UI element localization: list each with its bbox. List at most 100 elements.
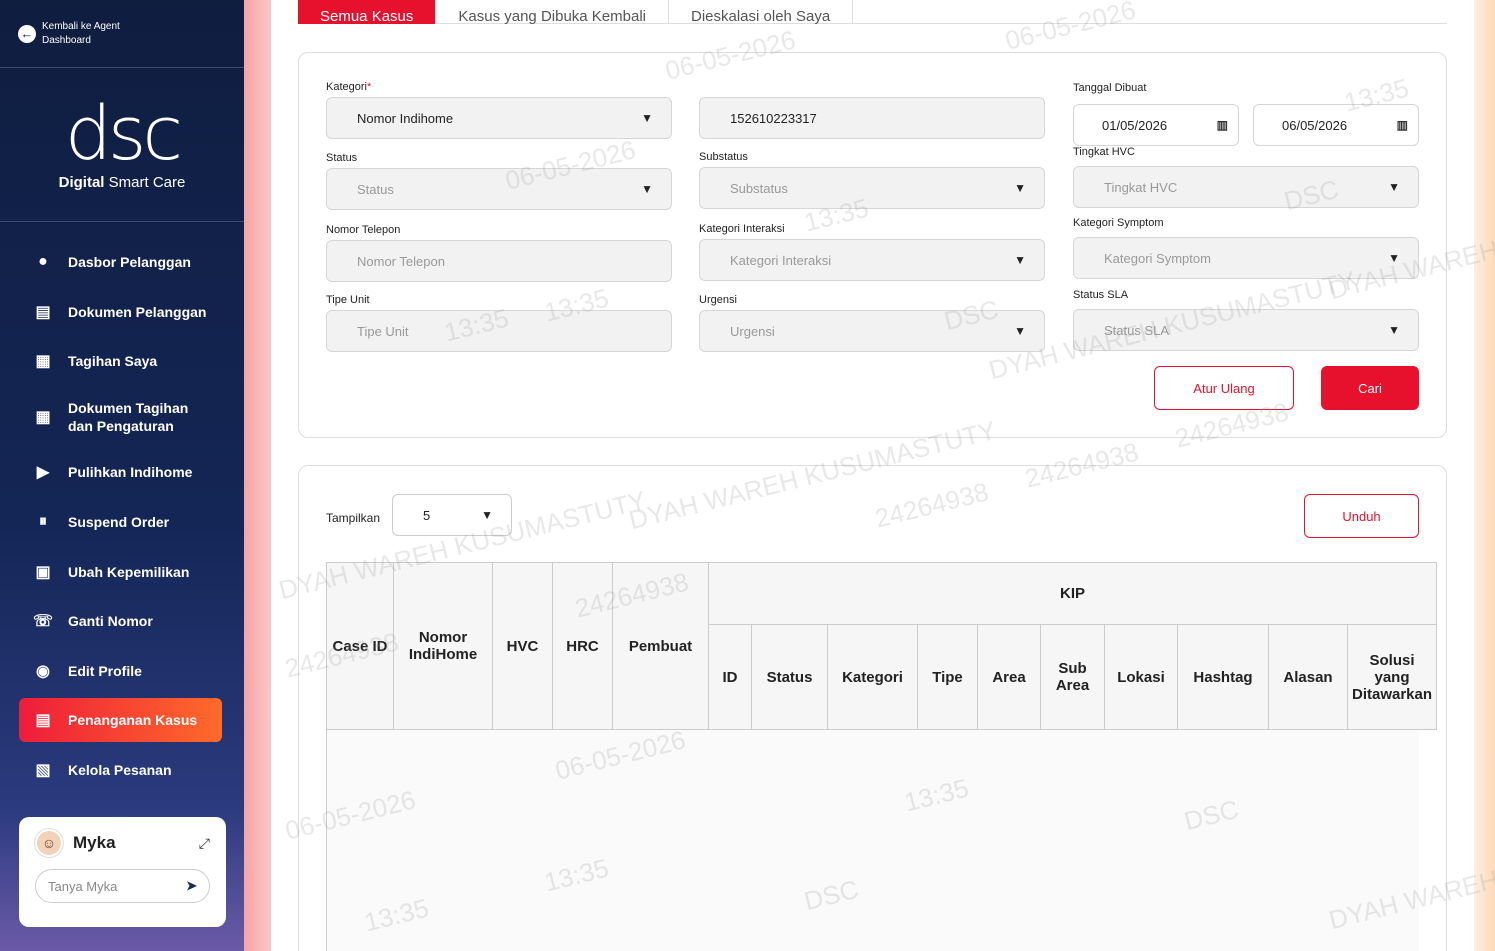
tanggal-field: Tanggal Dibuat	[1073, 82, 1419, 98]
urgensi-select[interactable]: Urgensi ▼	[699, 310, 1045, 352]
col-kip-hashtag[interactable]: Hashtag	[1177, 624, 1269, 730]
col-hrc[interactable]: HRC	[552, 562, 613, 730]
urgensi-label: Urgensi	[699, 294, 737, 306]
telepon-placeholder: Nomor Telepon	[357, 253, 445, 269]
sidebar-item-penanganan-kasus[interactable]: ▤ Penanganan Kasus	[19, 698, 222, 743]
content-panel: Semua Kasus Kasus yang Dibuka Kembali Di…	[271, 0, 1474, 951]
col-hvc[interactable]: HVC	[492, 562, 553, 730]
telepon-input[interactable]: Nomor Telepon	[326, 240, 672, 282]
sidebar-item-dokumen-tagihan[interactable]: ▦ Dokumen Tagihan dan Pengaturan	[19, 389, 222, 445]
bill-settings-icon: ▦	[35, 408, 51, 426]
sidebar-item-suspend-order[interactable]: ⏸ Suspend Order	[19, 500, 222, 544]
chevron-down-icon: ▼	[1388, 251, 1400, 265]
hvc-field: Tingkat HVC Tingkat HVC ▼	[1073, 146, 1419, 208]
sla-select[interactable]: Status SLA ▼	[1073, 309, 1419, 351]
hvc-label: Tingkat HVC	[1073, 146, 1135, 158]
download-button[interactable]: Unduh	[1304, 494, 1419, 538]
kategori-value: Nomor Indihome	[357, 110, 454, 126]
tab-semua-kasus[interactable]: Semua Kasus	[298, 0, 437, 24]
date-from-value: 01/05/2026	[1102, 117, 1168, 133]
play-icon: ▶	[36, 464, 50, 482]
col-kip-solusi[interactable]: Solusi yang Ditawarkan	[1346, 624, 1438, 730]
symptom-placeholder: Kategori Symptom	[1104, 250, 1211, 266]
symptom-field: Kategori Symptom Kategori Symptom ▼	[1073, 217, 1419, 279]
page-size-select[interactable]: 5 ▼	[392, 494, 512, 536]
col-kip-area[interactable]: Area	[977, 624, 1041, 730]
chevron-down-icon: ▼	[481, 508, 493, 522]
col-nomor-indihome[interactable]: Nomor IndiHome	[393, 562, 493, 730]
nomor-indihome-value: 152610223317	[730, 110, 817, 126]
back-label-line1: Kembali ke Agent	[42, 20, 120, 32]
calendar-icon[interactable]: ▥	[1397, 118, 1408, 132]
col-kip-lokasi[interactable]: Lokasi	[1104, 624, 1178, 730]
kategori-field: Kategori* Nomor Indihome ▼	[326, 81, 672, 139]
sidebar-item-label: Ubah Kepemilikan	[68, 563, 190, 580]
sidebar-item-pulihkan-indihome[interactable]: ▶ Pulihkan Indihome	[19, 450, 222, 494]
col-kip-kategori[interactable]: Kategori	[827, 624, 918, 730]
sidebar-item-label: Ganti Nomor	[68, 613, 153, 630]
sidebar-item-kelola-pesanan[interactable]: ▧ Kelola Pesanan	[19, 748, 222, 792]
telepon-field: Nomor Telepon Nomor Telepon	[326, 224, 672, 282]
col-kip-status[interactable]: Status	[751, 624, 828, 730]
substatus-label: Substatus	[699, 151, 748, 163]
tab-kasus-dibuka-kembali[interactable]: Kasus yang Dibuka Kembali	[436, 0, 669, 24]
nomor-indihome-input[interactable]: 152610223317	[699, 97, 1045, 139]
interaksi-select[interactable]: Kategori Interaksi ▼	[699, 239, 1045, 281]
col-pembuat[interactable]: Pembuat	[612, 562, 709, 730]
sidebar-item-label: Suspend Order	[68, 513, 170, 530]
case-tabs: Semua Kasus Kasus yang Dibuka Kembali Di…	[298, 0, 1447, 24]
tipe-unit-label: Tipe Unit	[326, 294, 370, 306]
col-kip-sub-area[interactable]: Sub Area	[1040, 624, 1105, 730]
urgensi-placeholder: Urgensi	[730, 323, 775, 339]
back-to-dashboard-link[interactable]: ← Kembali ke Agent Dashboard	[0, 0, 244, 68]
sla-placeholder: Status SLA	[1104, 322, 1170, 338]
sidebar-item-ganti-nomor[interactable]: ☏ Ganti Nomor	[19, 599, 222, 643]
sidebar-item-label: Dokumen Tagihan dan Pengaturan	[68, 399, 189, 434]
tipe-unit-input[interactable]: Tipe Unit	[326, 310, 672, 352]
col-kip-tipe[interactable]: Tipe	[917, 624, 978, 730]
sidebar-item-label: Tagihan Saya	[68, 353, 158, 370]
back-label-line2: Dashboard	[42, 34, 91, 46]
interaksi-placeholder: Kategori Interaksi	[730, 252, 832, 268]
sidebar-item-dasbor-pelanggan[interactable]: ● Dasbor Pelanggan	[19, 240, 222, 284]
show-label: Tampilkan	[326, 511, 381, 525]
kategori-select[interactable]: Nomor Indihome ▼	[326, 97, 672, 139]
sidebar-item-tagihan-saya[interactable]: ▦ Tagihan Saya	[19, 339, 222, 383]
tab-dieskalasi[interactable]: Dieskalasi oleh Saya	[669, 0, 854, 24]
chevron-down-icon: ▼	[1014, 181, 1026, 195]
tipe-unit-placeholder: Tipe Unit	[357, 323, 409, 339]
chevron-down-icon: ▼	[1014, 324, 1026, 338]
sidebar-item-label: Edit Profile	[68, 662, 142, 679]
reset-button[interactable]: Atur Ulang	[1154, 366, 1294, 410]
col-case-id[interactable]: Case ID	[326, 562, 394, 730]
col-kip-id[interactable]: ID	[708, 624, 752, 730]
chevron-down-icon: ▼	[1388, 323, 1400, 337]
symptom-select[interactable]: Kategori Symptom ▼	[1073, 237, 1419, 279]
date-to-input[interactable]: 06/05/2026 ▥	[1253, 104, 1419, 146]
myka-avatar: ☺	[35, 829, 63, 857]
sidebar-item-ubah-kepemilikan[interactable]: ▣ Ubah Kepemilikan	[19, 550, 222, 594]
table-card: Tampilkan 5 ▼ Unduh Case ID Nomor IndiHom…	[298, 465, 1447, 951]
chevron-down-icon: ▼	[1014, 253, 1026, 267]
substatus-select[interactable]: Substatus ▼	[699, 167, 1045, 209]
expand-icon[interactable]: ⤢	[199, 835, 210, 852]
myka-chat-input[interactable]: Tanya Myka ➤	[35, 869, 210, 903]
send-icon[interactable]: ➤	[186, 878, 197, 894]
back-arrow-icon: ←	[18, 24, 36, 43]
col-kip-alasan[interactable]: Alasan	[1268, 624, 1348, 730]
calendar-icon[interactable]: ▥	[1217, 118, 1228, 132]
sidebar-item-dokumen-pelanggan[interactable]: ▤ Dokumen Pelanggan	[19, 290, 222, 334]
profile-icon: ◉	[36, 662, 50, 680]
suspend-icon: ⏸	[38, 512, 47, 530]
sidebar-item-label: Dokumen Pelanggan	[68, 303, 207, 320]
date-to-value: 06/05/2026	[1282, 117, 1348, 133]
sla-label: Status SLA	[1073, 289, 1129, 301]
sidebar-item-edit-profile[interactable]: ◉ Edit Profile	[19, 649, 222, 693]
date-from-input[interactable]: 01/05/2026 ▥	[1073, 104, 1239, 146]
order-icon: ▧	[35, 761, 51, 779]
search-button[interactable]: Cari	[1321, 366, 1419, 410]
hvc-select[interactable]: Tingkat HVC ▼	[1073, 166, 1419, 208]
myka-chat-placeholder: Tanya Myka	[48, 878, 118, 894]
status-select[interactable]: Status ▼	[326, 168, 672, 210]
myka-name: Myka	[73, 833, 116, 852]
